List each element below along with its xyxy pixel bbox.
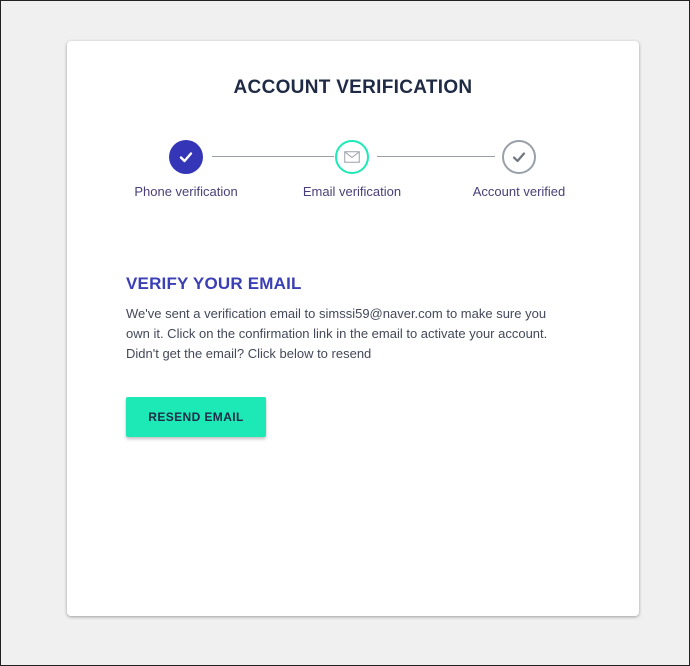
- page-title: ACCOUNT VERIFICATION: [233, 77, 473, 98]
- verify-message-line-3: Didn't get the email? Click below to res…: [126, 346, 372, 361]
- check-icon: [511, 149, 527, 165]
- step-phone-label: Phone verification: [134, 184, 238, 199]
- step-verified-circle: [502, 140, 536, 174]
- verify-message-line-2: own it. Click on the confirmation link i…: [126, 326, 548, 341]
- verify-message-line-1: We've sent a verification email to simss…: [126, 306, 547, 321]
- step-email-label: Email verification: [302, 184, 402, 199]
- envelope-icon: [344, 151, 360, 163]
- window-frame: ACCOUNT VERIFICATION Phone verification …: [0, 0, 690, 666]
- step-verified-label: Account verified: [472, 184, 566, 199]
- stepper-connector-2: [377, 156, 495, 157]
- resend-email-button[interactable]: RESEND EMAIL: [126, 397, 266, 437]
- verify-email-heading: VERIFY YOUR EMAIL: [126, 274, 302, 293]
- verification-card: ACCOUNT VERIFICATION Phone verification …: [67, 41, 639, 616]
- stepper-connector-1: [212, 156, 334, 157]
- step-email-circle: [335, 140, 369, 174]
- step-phone-circle: [169, 140, 203, 174]
- check-icon: [178, 149, 194, 165]
